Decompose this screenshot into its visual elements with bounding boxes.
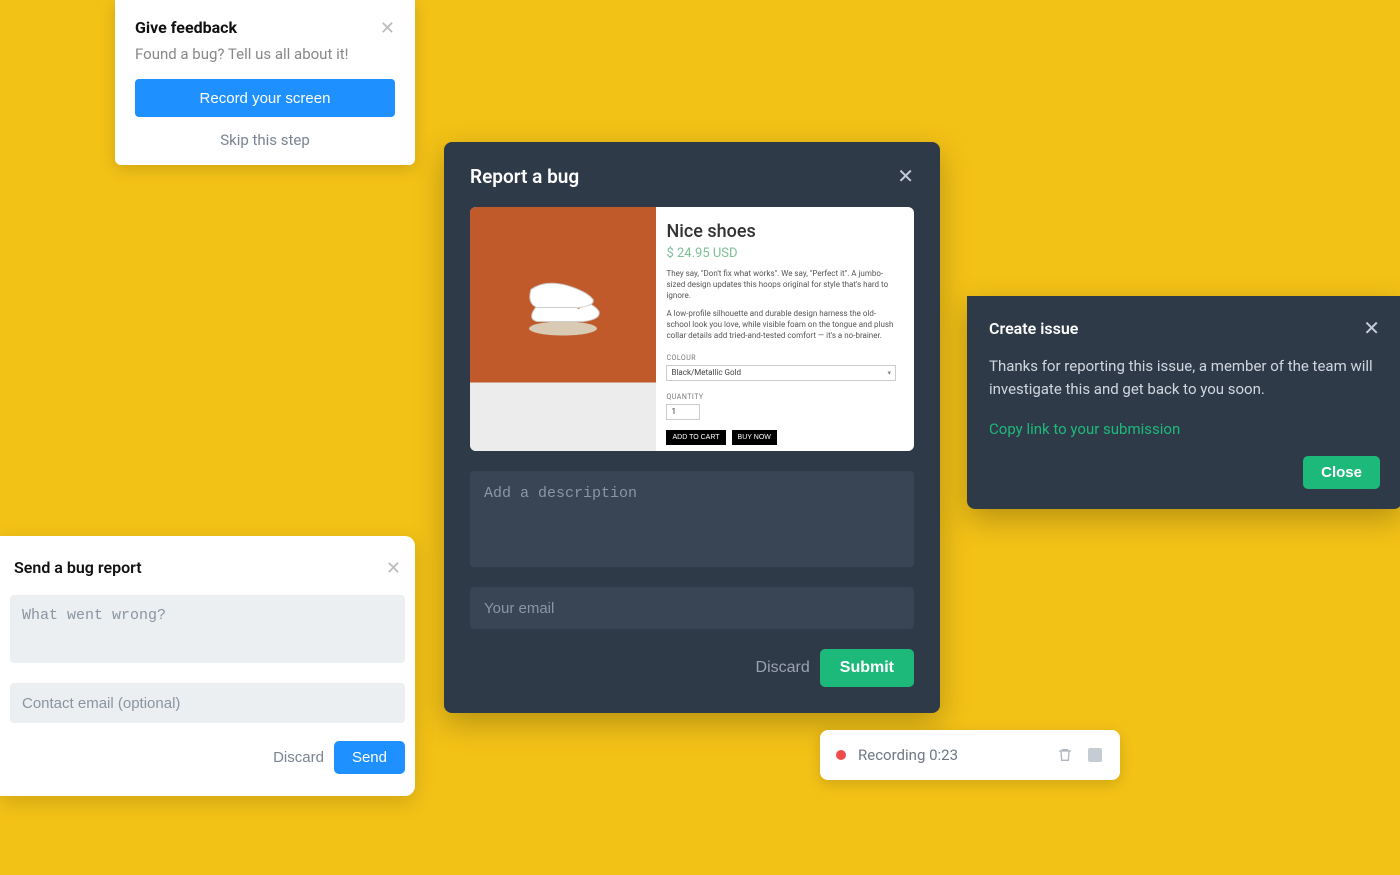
send-title: Send a bug report <box>14 558 142 577</box>
description-input[interactable] <box>470 471 914 567</box>
product-name: Nice shoes <box>666 221 896 242</box>
recording-label: Recording 0:23 <box>858 746 1044 764</box>
close-icon[interactable]: ✕ <box>897 164 914 189</box>
trash-icon[interactable] <box>1056 746 1074 764</box>
screenshot-preview: Nice shoes $ 24.95 USD They say, "Don't … <box>470 207 914 451</box>
skip-step-link[interactable]: Skip this step <box>135 131 395 149</box>
issue-body: Thanks for reporting this issue, a membe… <box>989 355 1380 400</box>
colour-value: Black/Metallic Gold <box>671 368 741 377</box>
record-dot-icon <box>836 750 846 760</box>
stop-icon[interactable] <box>1086 746 1104 764</box>
product-price: $ 24.95 USD <box>666 246 896 261</box>
send-button[interactable]: Send <box>334 741 405 774</box>
close-icon[interactable]: ✕ <box>1363 316 1380 341</box>
close-icon[interactable]: ✕ <box>386 559 401 577</box>
what-went-wrong-input[interactable] <box>10 595 405 663</box>
quantity-value: 1 <box>671 407 676 416</box>
copy-link[interactable]: Copy link to your submission <box>989 420 1180 438</box>
give-feedback-card: Give feedback ✕ Found a bug? Tell us all… <box>115 0 415 165</box>
quantity-label: QUANTITY <box>666 393 896 401</box>
discard-button[interactable]: Discard <box>273 749 324 766</box>
recording-pill: Recording 0:23 <box>820 730 1120 780</box>
contact-email-input[interactable] <box>10 683 405 723</box>
send-bug-report-card: Send a bug report ✕ Discard Send <box>0 536 415 796</box>
email-input[interactable] <box>470 587 914 629</box>
feedback-title: Give feedback <box>135 18 237 37</box>
close-button[interactable]: Close <box>1303 456 1380 489</box>
record-screen-button[interactable]: Record your screen <box>135 79 395 117</box>
colour-select[interactable]: Black/Metallic Gold ▾ <box>666 365 896 381</box>
product-copy-2: A low-profile silhouette and durable des… <box>666 309 896 341</box>
buy-now-button[interactable]: BUY NOW <box>732 430 777 445</box>
report-title: Report a bug <box>470 165 579 188</box>
close-icon[interactable]: ✕ <box>380 19 395 37</box>
chevron-down-icon: ▾ <box>887 369 891 377</box>
create-issue-card: Create issue ✕ Thanks for reporting this… <box>967 296 1400 509</box>
shoe-icon <box>513 282 613 337</box>
report-bug-card: Report a bug ✕ Nice shoes $ 24.95 USD Th… <box>444 142 940 713</box>
submit-button[interactable]: Submit <box>820 649 914 687</box>
add-to-cart-button[interactable]: ADD TO CART <box>666 430 725 445</box>
quantity-stepper[interactable]: 1 <box>666 404 700 420</box>
discard-button[interactable]: Discard <box>756 659 810 677</box>
colour-label: COLOUR <box>666 354 896 362</box>
product-image <box>470 207 656 451</box>
feedback-subtitle: Found a bug? Tell us all about it! <box>135 45 395 63</box>
product-copy-1: They say, "Don't fix what works". We say… <box>666 269 896 301</box>
issue-title: Create issue <box>989 319 1078 338</box>
